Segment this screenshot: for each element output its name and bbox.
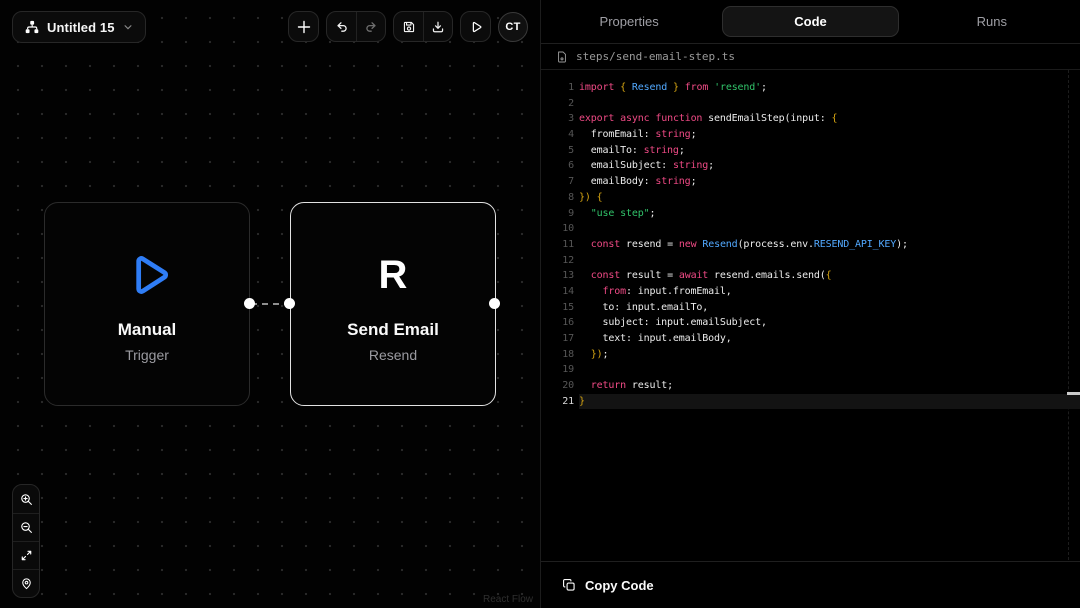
- code-line: 8}) {: [541, 190, 1080, 206]
- redo-icon: [364, 20, 378, 34]
- manual-trigger-play-icon: [120, 247, 174, 303]
- handle-sendemail-output[interactable]: [489, 298, 500, 309]
- undo-button[interactable]: [327, 12, 356, 41]
- undo-icon: [335, 20, 349, 34]
- workflow-name-dropdown[interactable]: Untitled 15: [12, 11, 146, 43]
- download-button[interactable]: [423, 12, 452, 41]
- node-subtitle: Resend: [369, 347, 417, 363]
- fit-view-button[interactable]: [13, 541, 39, 569]
- redo-button[interactable]: [356, 12, 385, 41]
- code-lines: 1import { Resend } from 'resend';23expor…: [541, 80, 1080, 409]
- code-editor[interactable]: 1import { Resend } from 'resend';23expor…: [541, 70, 1080, 560]
- copy-code-button[interactable]: Copy Code: [541, 561, 1080, 608]
- zoom-in-icon: [20, 493, 33, 506]
- code-line: 4 fromEmail: string;: [541, 127, 1080, 143]
- code-line: 20 return result;: [541, 378, 1080, 394]
- app: Untitled 15: [0, 0, 1080, 608]
- plus-icon: [297, 20, 311, 34]
- resend-logo-icon: R: [379, 255, 408, 295]
- tab-properties[interactable]: Properties: [541, 0, 717, 43]
- download-icon: [431, 20, 445, 34]
- code-line: 21}: [541, 394, 1080, 410]
- node-subtitle: Trigger: [125, 347, 169, 363]
- file-path-row: steps/send-email-step.ts: [541, 44, 1080, 70]
- code-line: 13 const result = await resend.emails.se…: [541, 268, 1080, 284]
- code-line: 5 emailTo: string;: [541, 143, 1080, 159]
- node-manual-trigger[interactable]: Manual Trigger: [44, 202, 250, 406]
- code-line: 15 to: input.emailTo,: [541, 300, 1080, 316]
- code-line: 10: [541, 221, 1080, 237]
- chevron-down-icon: [123, 22, 133, 32]
- inspector-panel: Properties Code Runs steps/send-email-st…: [540, 0, 1080, 608]
- node-send-email[interactable]: R Send Email Resend: [290, 202, 496, 406]
- workflow-name: Untitled 15: [47, 20, 115, 35]
- copy-icon: [562, 578, 576, 592]
- flow-canvas[interactable]: Untitled 15: [0, 0, 540, 608]
- file-path: steps/send-email-step.ts: [576, 50, 735, 63]
- user-avatar[interactable]: CT: [498, 12, 528, 42]
- code-line: 3export async function sendEmailStep(inp…: [541, 111, 1080, 127]
- pin-icon: [20, 577, 33, 590]
- file-actions-group: [393, 11, 453, 42]
- code-line: 6 emailSubject: string;: [541, 158, 1080, 174]
- panel-tabs: Properties Code Runs: [541, 0, 1080, 44]
- copy-code-label: Copy Code: [585, 578, 654, 593]
- history-group: [326, 11, 386, 42]
- save-button[interactable]: [394, 12, 423, 41]
- tab-runs[interactable]: Runs: [904, 0, 1080, 43]
- code-line: 16 subject: input.emailSubject,: [541, 315, 1080, 331]
- handle-manual-output[interactable]: [244, 298, 255, 309]
- canvas-toolbar: CT: [288, 11, 528, 42]
- node-title: Manual: [118, 320, 177, 340]
- file-icon: [556, 51, 568, 63]
- code-line: 12: [541, 253, 1080, 269]
- react-flow-attribution[interactable]: React Flow: [483, 594, 533, 605]
- workflow-icon: [25, 20, 39, 34]
- code-line: 11 const resend = new Resend(process.env…: [541, 237, 1080, 253]
- node-title: Send Email: [347, 320, 439, 340]
- code-line: 7 emailBody: string;: [541, 174, 1080, 190]
- run-workflow-button[interactable]: [460, 11, 491, 42]
- zoom-out-icon: [20, 521, 33, 534]
- handle-sendemail-input[interactable]: [284, 298, 295, 309]
- fit-view-icon: [20, 549, 33, 562]
- zoom-out-button[interactable]: [13, 513, 39, 541]
- code-line: 1import { Resend } from 'resend';: [541, 80, 1080, 96]
- tab-code[interactable]: Code: [717, 0, 903, 43]
- editor-cursor-indicator: [1067, 392, 1080, 396]
- play-icon: [469, 20, 483, 34]
- code-line: 9 "use step";: [541, 206, 1080, 222]
- code-line: 2: [541, 96, 1080, 112]
- viewport-controls: [12, 484, 40, 598]
- code-line: 17 text: input.emailBody,: [541, 331, 1080, 347]
- code-line: 18 });: [541, 347, 1080, 363]
- zoom-in-button[interactable]: [13, 485, 39, 513]
- add-node-button[interactable]: [288, 11, 319, 42]
- code-line: 19: [541, 362, 1080, 378]
- save-icon: [402, 20, 416, 34]
- code-line: 14 from: input.fromEmail,: [541, 284, 1080, 300]
- pin-button[interactable]: [13, 569, 39, 597]
